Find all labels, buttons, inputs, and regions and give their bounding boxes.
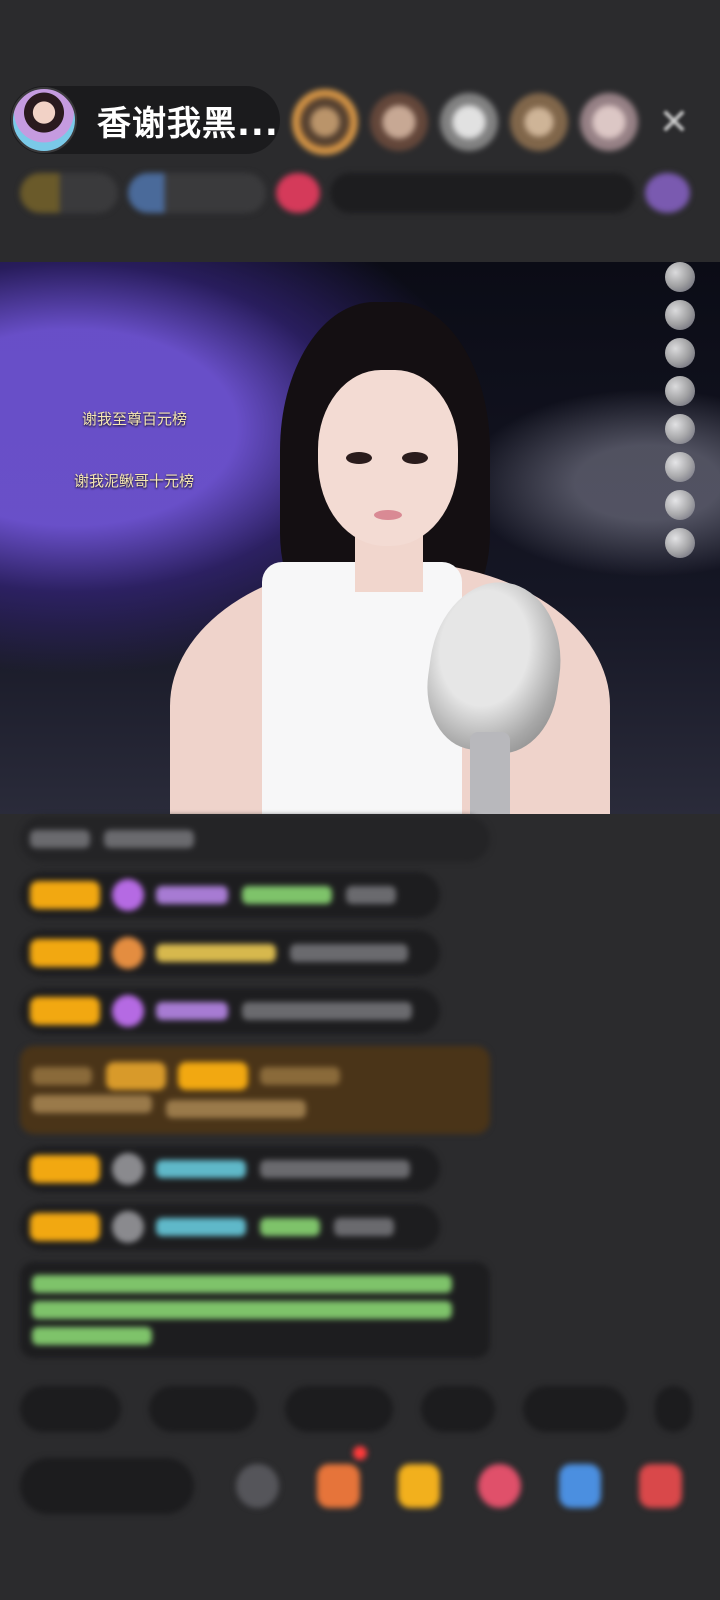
top-viewer-avatars (292, 84, 650, 160)
more-icon[interactable] (639, 1464, 682, 1508)
popularity-chip[interactable] (128, 173, 267, 213)
video-caption: 谢我至尊百元榜 (82, 410, 188, 428)
quick-reply-row (20, 1386, 720, 1436)
avatar (112, 1211, 144, 1243)
game-icon[interactable] (558, 1464, 602, 1508)
chat-message (20, 872, 440, 918)
event-icon[interactable] (276, 173, 320, 213)
streamer-face (318, 370, 458, 546)
quick-reply-chip[interactable] (148, 1386, 258, 1432)
eye (402, 452, 428, 464)
live-stream-screen: 香谢我黑... ✕ 谢我至尊百元榜 谢我泥鳅哥十元榜 (0, 0, 720, 1600)
lips (374, 510, 402, 520)
viewer-avatar[interactable] (510, 93, 568, 151)
close-icon[interactable]: ✕ (652, 100, 696, 144)
chat-message (20, 930, 440, 976)
host-avatar[interactable] (11, 87, 77, 153)
quick-reply-chip[interactable] (522, 1386, 628, 1432)
system-notice (20, 1262, 490, 1358)
host-info-pill[interactable]: 香谢我黑... (10, 86, 280, 154)
viewer-avatar[interactable] (440, 93, 498, 151)
fan-icon (112, 937, 144, 969)
level-badge (30, 1213, 100, 1241)
chat-message (20, 1204, 440, 1250)
viewer-avatar[interactable] (580, 93, 638, 151)
emoji-icon[interactable] (236, 1464, 279, 1508)
chat-message (20, 1146, 440, 1192)
microphone-stand (470, 732, 510, 814)
gift-message (20, 1046, 490, 1134)
live-video[interactable]: 谢我至尊百元榜 谢我泥鳅哥十元榜 (0, 262, 720, 814)
gift-icon[interactable] (397, 1464, 441, 1508)
video-caption: 谢我泥鳅哥十元榜 (74, 472, 195, 490)
level-badge (30, 881, 100, 909)
viewer-avatar[interactable] (292, 89, 358, 155)
quick-reply-chip[interactable] (655, 1386, 692, 1432)
heart-icon[interactable] (478, 1464, 521, 1508)
host-name[interactable]: 香谢我黑... (97, 96, 279, 145)
level-badge (30, 997, 100, 1025)
rank-chip[interactable] (20, 173, 119, 213)
eye (346, 452, 372, 464)
viewer-avatar[interactable] (370, 93, 428, 151)
stream-info-row (20, 168, 700, 218)
level-badge (30, 939, 100, 967)
chat-message (20, 816, 490, 862)
quick-reply-chip[interactable] (285, 1386, 394, 1432)
gift-box-icon[interactable] (316, 1464, 360, 1508)
quick-reply-chip[interactable] (421, 1386, 495, 1432)
comment-input[interactable] (20, 1458, 195, 1514)
chat-message (20, 988, 440, 1034)
notification-dot (353, 1446, 367, 1460)
chat-list[interactable] (20, 816, 490, 1370)
diamond-icon (112, 879, 144, 911)
level-badge (30, 1155, 100, 1183)
quick-reply-chip[interactable] (20, 1386, 121, 1432)
diamond-icon (112, 995, 144, 1027)
decor-beads (650, 262, 710, 782)
activity-icon[interactable] (644, 173, 690, 213)
bottom-toolbar (20, 1446, 720, 1520)
avatar (112, 1153, 144, 1185)
announcement-banner[interactable] (329, 173, 635, 213)
